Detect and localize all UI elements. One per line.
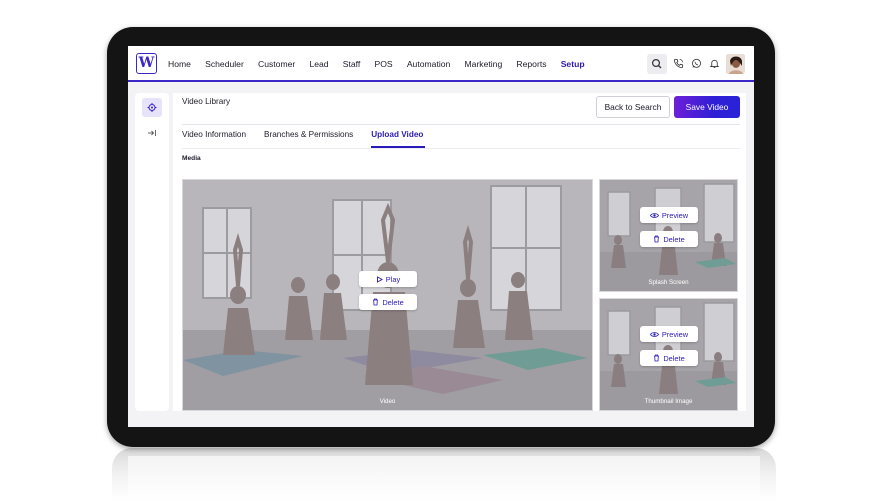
video-panel: Play Delete Video xyxy=(182,179,593,411)
tab-upload-video[interactable]: Upload Video xyxy=(371,128,426,148)
sidebar-settings-button[interactable] xyxy=(142,98,162,117)
phone-icon[interactable] xyxy=(673,58,684,69)
thumbnail-preview-button[interactable]: Preview xyxy=(640,326,698,342)
eye-icon xyxy=(649,212,659,218)
splash-preview-label: Preview xyxy=(661,210,689,220)
nav-item-customer[interactable]: Customer xyxy=(258,59,295,69)
thumbnail-preview-label: Preview xyxy=(661,329,689,339)
splash-screen-panel: Preview Delete Splash Screen xyxy=(599,179,738,292)
top-nav: W Home Scheduler Customer Lead Staff POS… xyxy=(128,46,754,82)
tab-bar: Video Information Branches & Permissions… xyxy=(182,128,441,148)
trash-icon xyxy=(373,298,379,306)
nav-item-scheduler[interactable]: Scheduler xyxy=(205,59,244,69)
search-button[interactable] xyxy=(647,54,667,74)
page-title: Video Library xyxy=(182,97,231,106)
play-label: Play xyxy=(385,274,401,284)
whatsapp-icon[interactable] xyxy=(691,58,702,69)
splash-caption: Splash Screen xyxy=(648,279,689,286)
trash-icon xyxy=(654,235,660,243)
search-icon xyxy=(651,58,662,69)
gear-icon xyxy=(147,103,157,112)
play-button[interactable]: Play xyxy=(359,271,417,287)
splash-delete-button[interactable]: Delete xyxy=(640,231,698,247)
eye-icon xyxy=(649,331,659,337)
video-delete-label: Delete xyxy=(382,297,404,307)
nav-item-lead[interactable]: Lead xyxy=(309,59,328,69)
save-video-button[interactable]: Save Video xyxy=(674,96,740,118)
video-delete-button[interactable]: Delete xyxy=(359,294,417,310)
screen-reflection xyxy=(128,456,760,501)
nav-item-marketing[interactable]: Marketing xyxy=(465,59,503,69)
video-caption: Video xyxy=(379,398,396,405)
sidebar xyxy=(135,93,169,411)
tab-video-information[interactable]: Video Information xyxy=(182,128,248,148)
nav-item-home[interactable]: Home xyxy=(168,59,191,69)
thumbnail-image-panel: Preview Delete Thumbnail Image xyxy=(599,298,738,411)
nav-menu: Home Scheduler Customer Lead Staff POS A… xyxy=(168,46,599,82)
avatar[interactable] xyxy=(726,54,745,74)
nav-item-staff[interactable]: Staff xyxy=(343,59,361,69)
nav-item-setup[interactable]: Setup xyxy=(561,59,585,69)
nav-item-reports[interactable]: Reports xyxy=(516,59,546,69)
nav-item-pos[interactable]: POS xyxy=(374,59,392,69)
thumbnail-delete-button[interactable]: Delete xyxy=(640,350,698,366)
brand-logo[interactable]: W xyxy=(136,53,157,74)
app-screen: W Home Scheduler Customer Lead Staff POS… xyxy=(128,46,754,427)
sidebar-collapse-button[interactable] xyxy=(145,126,159,140)
thumbnail-delete-label: Delete xyxy=(663,353,685,363)
stage: W Home Scheduler Customer Lead Staff POS… xyxy=(0,0,891,501)
back-to-search-button[interactable]: Back to Search xyxy=(596,96,670,118)
play-icon xyxy=(376,275,383,283)
thumbnail-caption: Thumbnail Image xyxy=(644,398,693,405)
header-divider xyxy=(182,124,740,125)
bell-icon[interactable] xyxy=(709,58,720,69)
main-content: Video Library Back to Search Save Video … xyxy=(173,93,746,411)
splash-delete-label: Delete xyxy=(663,234,685,244)
nav-item-automation[interactable]: Automation xyxy=(407,59,450,69)
splash-preview-button[interactable]: Preview xyxy=(640,207,698,223)
collapse-icon xyxy=(148,130,156,136)
tab-branches-permissions[interactable]: Branches & Permissions xyxy=(264,128,355,148)
avatar-image xyxy=(726,54,745,74)
media-section-label: Media xyxy=(182,155,201,162)
tab-divider xyxy=(182,148,740,149)
trash-icon xyxy=(654,354,660,362)
